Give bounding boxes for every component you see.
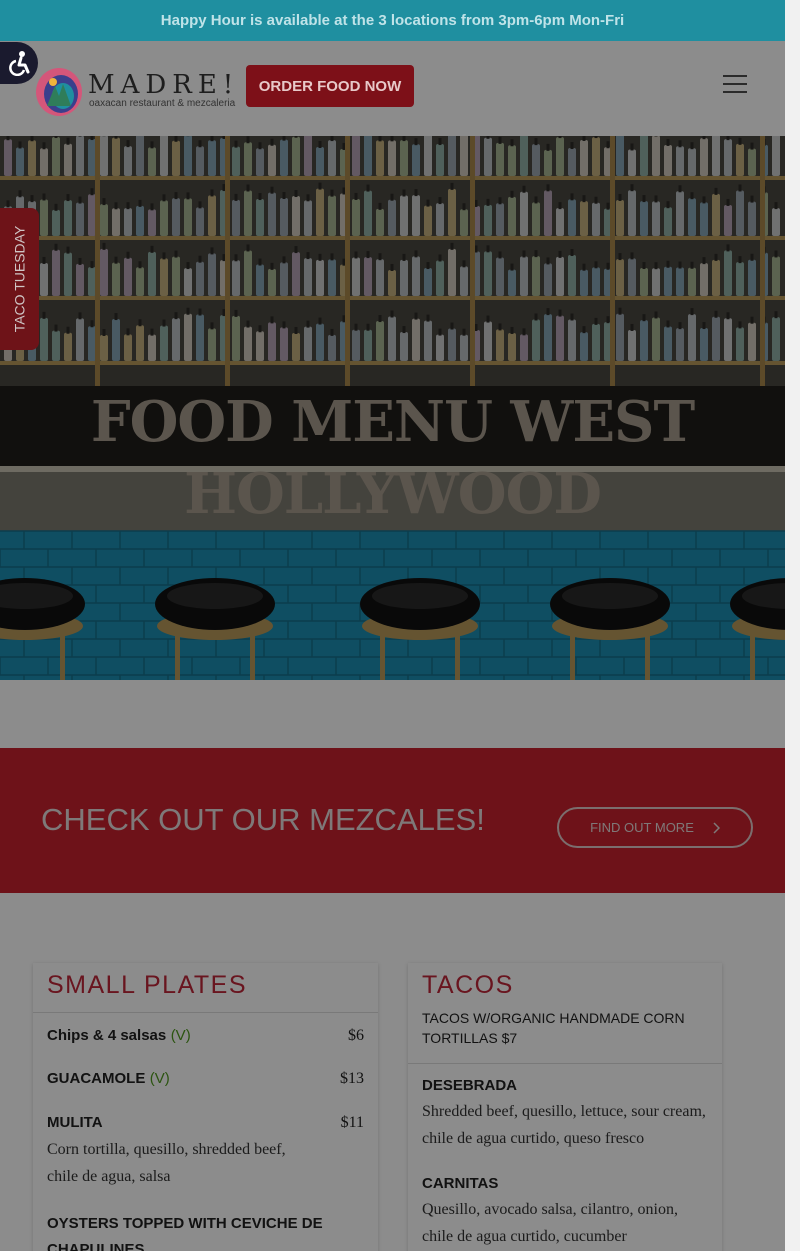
find-out-more-button[interactable]: FIND OUT MORE: [557, 807, 753, 848]
logo-subtitle: oaxacan restaurant & mezcaleria: [89, 98, 236, 109]
hero-title: FOOD MENU WEST HOLLYWOOD: [0, 386, 785, 530]
menu-item-name: OYSTERS TOPPED WITH CEVICHE DE CHAPULINE…: [47, 1215, 323, 1251]
menu-item-name: DESEBRADA: [422, 1077, 518, 1094]
mezcal-title: CHECK OUT OUR MEZCALES!: [41, 802, 485, 837]
madre-logo[interactable]: MADRE! oaxacan restaurant & mezcaleria: [33, 66, 236, 118]
menu-item-price: $6: [348, 1027, 364, 1044]
hero-title-line-1: FOOD MENU WEST: [90, 389, 695, 455]
hamburger-menu-button[interactable]: [720, 72, 750, 96]
menu-item-name: MULITA: [47, 1114, 103, 1131]
hero-title-line-2: HOLLYWOOD: [184, 461, 602, 527]
small-plates-header: SMALL PLATES: [33, 963, 378, 1013]
menu-item-name: GUACAMOLE: [47, 1070, 146, 1087]
menu-item: MULITA $11 Corn tortilla, quesillo, shre…: [47, 1114, 364, 1211]
tacos-header: TACOS TACOS W/ORGANIC HANDMADE CORN TORT…: [408, 963, 722, 1064]
page: Happy Hour is available at the 3 locatio…: [0, 0, 785, 1251]
order-food-button[interactable]: ORDER FOOD NOW: [246, 65, 414, 107]
small-plates-title: SMALL PLATES: [47, 971, 248, 999]
tacos-card: TACOS TACOS W/ORGANIC HANDMADE CORN TORT…: [408, 963, 722, 1251]
hamburger-menu-icon: [723, 75, 747, 77]
small-plates-card: SMALL PLATES Chips & 4 salsas (V) $6 GUA…: [33, 963, 378, 1251]
vegetarian-tag: (V): [149, 1070, 170, 1087]
menu-item-description: Corn tortilla, quesillo, shredded beef, …: [47, 1141, 286, 1185]
tacos-list: DESEBRADA Shredded beef, quesillo, lettu…: [408, 1064, 722, 1250]
menu-item: CARNITAS Quesillo, avocado salsa, cilant…: [422, 1175, 708, 1250]
menu-item-price: $11: [340, 1114, 364, 1131]
taco-tuesday-tab[interactable]: TACO TUESDAY: [0, 208, 39, 350]
scrollbar[interactable]: [785, 0, 800, 1251]
menu-item-description: Quesillo, avocado salsa, cilantro, onion…: [422, 1201, 678, 1245]
promo-text: Happy Hour is available at the 3 locatio…: [160, 12, 625, 29]
accessibility-icon: [9, 51, 30, 76]
menu-item-price: $13: [340, 1070, 364, 1087]
menu-item-name: Chips & 4 salsas: [47, 1027, 167, 1044]
tacos-title: TACOS: [422, 971, 514, 999]
taco-tuesday-label: TACO TUESDAY: [11, 225, 28, 333]
chevron-right-icon: [713, 821, 720, 834]
menu-item: GUACAMOLE (V) $13: [47, 1070, 364, 1114]
tacos-note: TACOS W/ORGANIC HANDMADE CORN TORTILLAS …: [422, 1010, 685, 1046]
logo-emblem-icon: [36, 68, 82, 116]
vegetarian-tag: (V): [170, 1027, 191, 1044]
find-out-more-label: FIND OUT MORE: [590, 820, 694, 835]
menu-item: OYSTERS TOPPED WITH CEVICHE DE CHAPULINE…: [47, 1211, 364, 1251]
menu-item: DESEBRADA Shredded beef, quesillo, lettu…: [422, 1077, 708, 1175]
menu-item-name: CARNITAS: [422, 1175, 499, 1192]
menu-item-description: Shredded beef, quesillo, lettuce, sour c…: [422, 1103, 706, 1147]
menu-item: Chips & 4 salsas (V) $6: [47, 1027, 364, 1070]
logo-wordmark: MADRE!: [88, 70, 240, 100]
promo-banner: Happy Hour is available at the 3 locatio…: [0, 0, 785, 41]
small-plates-list: Chips & 4 salsas (V) $6 GUACAMOLE (V) $1…: [33, 1013, 378, 1251]
